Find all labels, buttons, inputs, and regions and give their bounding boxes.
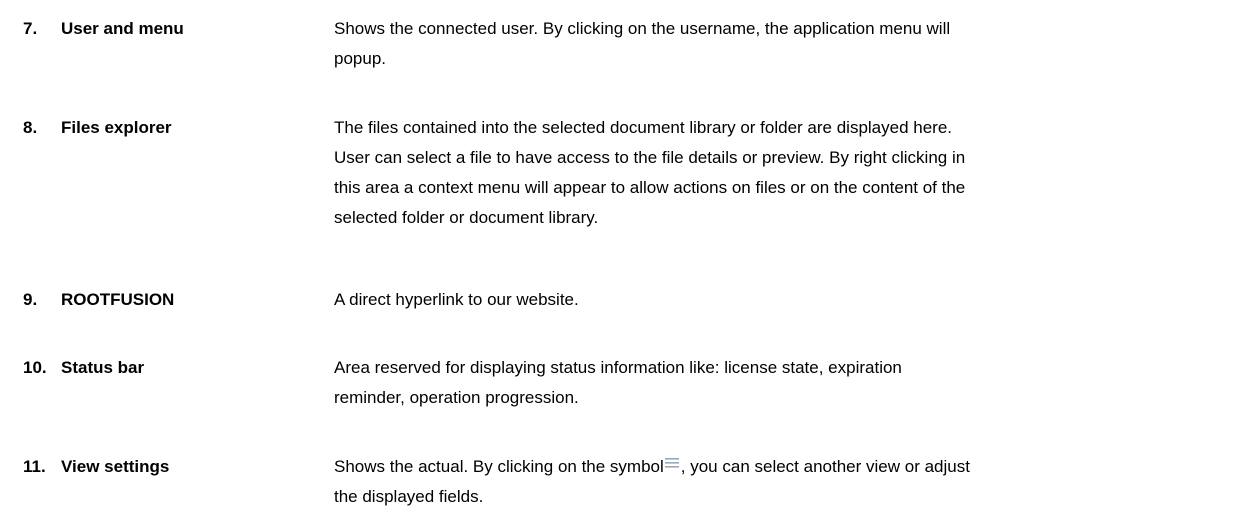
description-text: , you can select another view or adjust xyxy=(680,457,970,476)
entry-term: View settings xyxy=(61,457,170,476)
entry-number: 11. xyxy=(23,457,46,476)
description-line: this area a context menu will appear to … xyxy=(334,178,966,197)
menu-lines-icon xyxy=(664,458,679,468)
description-line: selected folder or document library. xyxy=(334,208,599,227)
description-line: User can select a file to have access to… xyxy=(334,148,966,167)
description-line: Area reserved for displaying status info… xyxy=(334,358,902,377)
entry-description: Shows the actual. By clicking on the sym… xyxy=(334,452,1234,512)
entry-number: 9. xyxy=(23,290,38,309)
description-line: the displayed fields. xyxy=(334,487,484,506)
entry-number: 7. xyxy=(23,19,38,38)
description-line: popup. xyxy=(334,49,386,68)
entry-description: Shows the connected user. By clicking on… xyxy=(334,14,1234,74)
description-line: Shows the actual. By clicking on the sym… xyxy=(334,452,1234,482)
description-line: The files contained into the selected do… xyxy=(334,118,953,137)
description-line: Shows the connected user. By clicking on… xyxy=(334,19,951,38)
description-line: A direct hyperlink to our website. xyxy=(334,290,579,309)
entry-term: Files explorer xyxy=(61,118,172,137)
entry-description: Area reserved for displaying status info… xyxy=(334,353,1234,413)
entry-number: 8. xyxy=(23,118,38,137)
entry-description: A direct hyperlink to our website. xyxy=(334,285,1234,315)
entry-description: The files contained into the selected do… xyxy=(334,113,1234,233)
description-text: Shows the actual. By clicking on the sym… xyxy=(334,457,664,476)
entry-number: 10. xyxy=(23,358,47,377)
entry-term: Status bar xyxy=(61,358,145,377)
description-line: reminder, operation progression. xyxy=(334,388,579,407)
document-page: 7. User and menu Shows the connected use… xyxy=(0,0,1258,519)
entry-term: ROOTFUSION xyxy=(61,290,175,309)
entry-term: User and menu xyxy=(61,19,184,38)
